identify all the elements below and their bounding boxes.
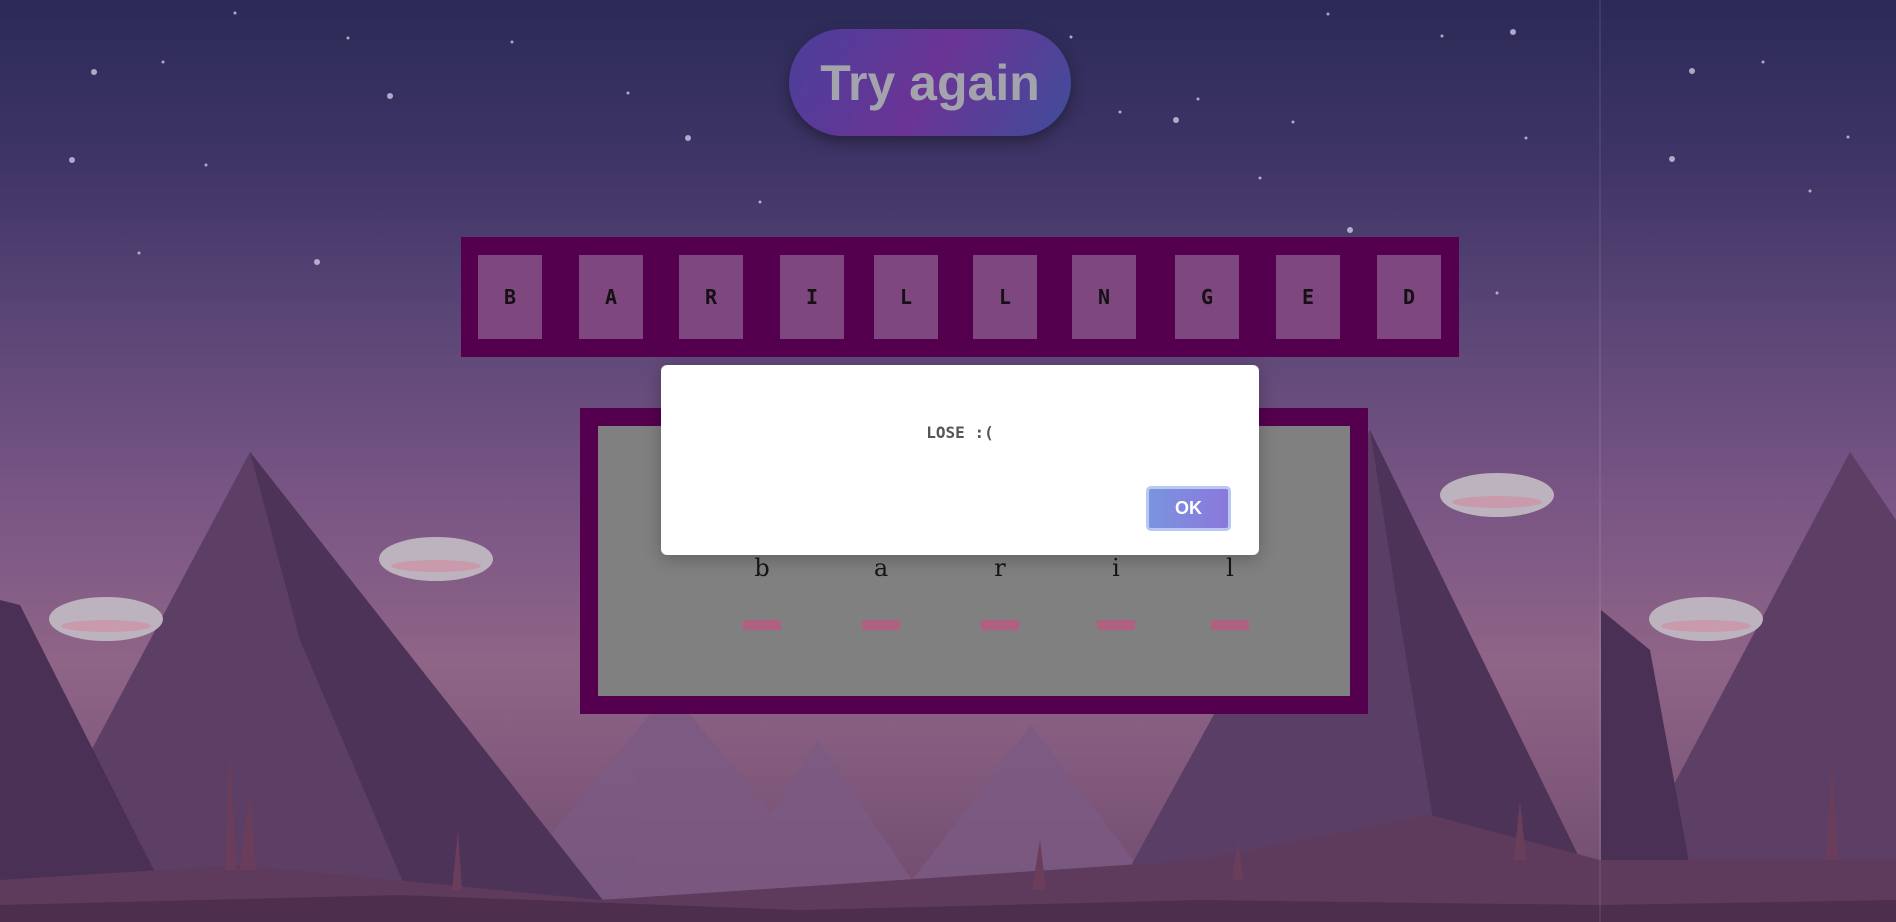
ok-button[interactable]: OK — [1146, 486, 1231, 531]
letter-tile: G — [1175, 255, 1239, 339]
letter-tile: E — [1276, 255, 1340, 339]
letter-slot-dash — [1211, 620, 1249, 630]
letter-tile: D — [1377, 255, 1441, 339]
letter-tile: B — [478, 255, 542, 339]
guessed-letter: r — [994, 554, 1006, 582]
letter-slot-dash — [862, 620, 900, 630]
letter-slot-dash — [981, 620, 1019, 630]
guessed-letter: l — [1226, 554, 1234, 582]
letter-tile: L — [973, 255, 1037, 339]
letter-tile: L — [874, 255, 938, 339]
result-message: LOSE :( — [926, 423, 994, 442]
cloud-icon — [1649, 597, 1763, 641]
target-word-board: B A R I L L N G E D — [461, 237, 1459, 357]
letter-tile: N — [1072, 255, 1136, 339]
cloud-icon — [49, 597, 163, 641]
result-dialog: LOSE :( OK — [661, 365, 1259, 555]
cloud-icon — [379, 537, 493, 581]
guessed-letter: i — [1112, 554, 1120, 582]
panel-divider — [1599, 0, 1601, 922]
letter-tile: R — [679, 255, 743, 339]
guessed-letter: b — [754, 554, 770, 582]
guessed-letter: a — [873, 554, 889, 582]
letter-slot-dash — [1097, 620, 1135, 630]
letter-tile: I — [780, 255, 844, 339]
try-again-button[interactable]: Try again — [789, 29, 1071, 136]
letter-tile: A — [579, 255, 643, 339]
cloud-icon — [1440, 473, 1554, 517]
letter-slot-dash — [743, 620, 781, 630]
